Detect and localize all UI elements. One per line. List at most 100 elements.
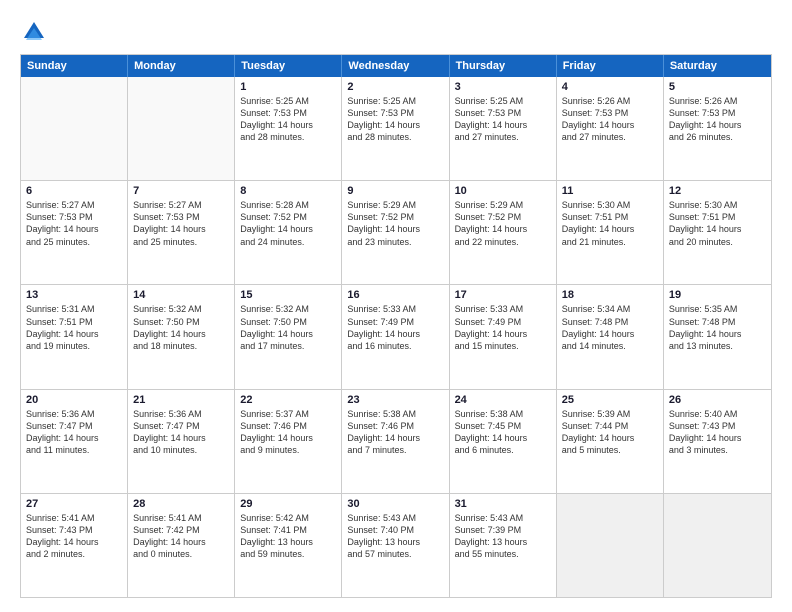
cell-line: Sunrise: 5:34 AM xyxy=(562,303,658,315)
cal-cell: 29Sunrise: 5:42 AMSunset: 7:41 PMDayligh… xyxy=(235,494,342,597)
cell-line: and 23 minutes. xyxy=(347,236,443,248)
cell-line: Daylight: 14 hours xyxy=(562,119,658,131)
cell-line: Daylight: 14 hours xyxy=(26,432,122,444)
day-number: 26 xyxy=(669,394,766,406)
cell-line: and 15 minutes. xyxy=(455,340,551,352)
day-number: 14 xyxy=(133,289,229,301)
cal-cell: 12Sunrise: 5:30 AMSunset: 7:51 PMDayligh… xyxy=(664,181,771,284)
cell-line: Daylight: 14 hours xyxy=(240,223,336,235)
day-number: 23 xyxy=(347,394,443,406)
day-number: 13 xyxy=(26,289,122,301)
cal-cell: 20 Sunrise: 5:36 AMSunset: 7:47 PMDayligh… xyxy=(21,390,128,493)
cell-line: Daylight: 14 hours xyxy=(562,432,658,444)
cell-line: and 18 minutes. xyxy=(133,340,229,352)
cell-line: Daylight: 14 hours xyxy=(669,432,766,444)
cal-cell: 18Sunrise: 5:34 AMSunset: 7:48 PMDayligh… xyxy=(557,285,664,388)
cal-cell: 13Sunrise: 5:31 AMSunset: 7:51 PMDayligh… xyxy=(21,285,128,388)
cell-line: Sunset: 7:53 PM xyxy=(347,107,443,119)
header-day-sunday: Sunday xyxy=(21,55,128,77)
cell-line: Sunset: 7:43 PM xyxy=(669,420,766,432)
cell-line: and 28 minutes. xyxy=(347,131,443,143)
day-number: 16 xyxy=(347,289,443,301)
cell-line: Daylight: 14 hours xyxy=(26,328,122,340)
cell-line: Daylight: 14 hours xyxy=(455,223,551,235)
day-number: 22 xyxy=(240,394,336,406)
cell-line: and 16 minutes. xyxy=(347,340,443,352)
cell-line: Daylight: 14 hours xyxy=(240,328,336,340)
cell-line: Sunrise: 5:29 AM xyxy=(455,199,551,211)
cell-line: and 10 minutes. xyxy=(133,444,229,456)
cell-line: Sunset: 7:51 PM xyxy=(669,211,766,223)
cal-cell: 16Sunrise: 5:33 AMSunset: 7:49 PMDayligh… xyxy=(342,285,449,388)
cal-cell: 31Sunrise: 5:43 AMSunset: 7:39 PMDayligh… xyxy=(450,494,557,597)
day-number: 20 xyxy=(26,394,122,406)
cal-cell: 10 Sunrise: 5:29 AMSunset: 7:52 PMDayligh… xyxy=(450,181,557,284)
cell-line: Daylight: 14 hours xyxy=(455,328,551,340)
cell-line: Daylight: 14 hours xyxy=(240,119,336,131)
cell-line: Daylight: 14 hours xyxy=(455,432,551,444)
cell-line: Sunrise: 5:26 AM xyxy=(562,95,658,107)
week-row-3: 13Sunrise: 5:31 AMSunset: 7:51 PMDayligh… xyxy=(21,284,771,388)
cell-line: Sunset: 7:52 PM xyxy=(455,211,551,223)
day-number: 10 xyxy=(455,185,551,197)
cell-line: Sunrise: 5:38 AM xyxy=(455,408,551,420)
cell-line: Sunrise: 5:38 AM xyxy=(347,408,443,420)
day-number: 27 xyxy=(26,498,122,510)
cell-line: Daylight: 14 hours xyxy=(669,328,766,340)
cell-line: Sunrise: 5:42 AM xyxy=(240,512,336,524)
cell-line: and 57 minutes. xyxy=(347,548,443,560)
cell-line: Sunset: 7:51 PM xyxy=(562,211,658,223)
calendar-body: 1Sunrise: 5:25 AMSunset: 7:53 PMDaylight… xyxy=(21,77,771,597)
cell-line: Sunset: 7:48 PM xyxy=(562,316,658,328)
cell-line: Sunset: 7:47 PM xyxy=(133,420,229,432)
cell-line: Daylight: 14 hours xyxy=(133,328,229,340)
cell-line: Sunset: 7:52 PM xyxy=(240,211,336,223)
header-day-thursday: Thursday xyxy=(450,55,557,77)
cell-line: and 6 minutes. xyxy=(455,444,551,456)
day-number: 9 xyxy=(347,185,443,197)
cal-cell: 21Sunrise: 5:36 AMSunset: 7:47 PMDayligh… xyxy=(128,390,235,493)
cal-cell: 15Sunrise: 5:32 AMSunset: 7:50 PMDayligh… xyxy=(235,285,342,388)
cell-line: and 59 minutes. xyxy=(240,548,336,560)
cell-line: Sunset: 7:47 PM xyxy=(26,420,122,432)
cell-line: Sunrise: 5:25 AM xyxy=(455,95,551,107)
cell-line: and 0 minutes. xyxy=(133,548,229,560)
cell-line: Sunrise: 5:43 AM xyxy=(347,512,443,524)
cell-line: Sunrise: 5:27 AM xyxy=(133,199,229,211)
cell-line: Sunrise: 5:32 AM xyxy=(133,303,229,315)
cal-cell: 22Sunrise: 5:37 AMSunset: 7:46 PMDayligh… xyxy=(235,390,342,493)
cal-cell: 1Sunrise: 5:25 AMSunset: 7:53 PMDaylight… xyxy=(235,77,342,180)
day-number: 28 xyxy=(133,498,229,510)
week-row-1: 1Sunrise: 5:25 AMSunset: 7:53 PMDaylight… xyxy=(21,77,771,180)
cell-line: Daylight: 14 hours xyxy=(240,432,336,444)
week-row-5: 27Sunrise: 5:41 AMSunset: 7:43 PMDayligh… xyxy=(21,493,771,597)
cell-line: and 5 minutes. xyxy=(562,444,658,456)
cell-line: Sunrise: 5:40 AM xyxy=(669,408,766,420)
cell-line: and 25 minutes. xyxy=(133,236,229,248)
cell-line: Sunrise: 5:33 AM xyxy=(455,303,551,315)
cell-line: Sunset: 7:50 PM xyxy=(133,316,229,328)
cell-line: Sunrise: 5:41 AM xyxy=(133,512,229,524)
cal-cell xyxy=(128,77,235,180)
cell-line: and 21 minutes. xyxy=(562,236,658,248)
calendar-header: SundayMondayTuesdayWednesdayThursdayFrid… xyxy=(21,55,771,77)
cell-line: Sunset: 7:40 PM xyxy=(347,524,443,536)
cell-line: and 26 minutes. xyxy=(669,131,766,143)
header-day-saturday: Saturday xyxy=(664,55,771,77)
day-number: 6 xyxy=(26,185,122,197)
cell-line: Sunrise: 5:36 AM xyxy=(26,408,122,420)
cell-line: Daylight: 14 hours xyxy=(347,223,443,235)
cell-line: Sunrise: 5:30 AM xyxy=(669,199,766,211)
cal-cell: 14 Sunrise: 5:32 AMSunset: 7:50 PMDayligh… xyxy=(128,285,235,388)
cell-line: Sunrise: 5:32 AM xyxy=(240,303,336,315)
cell-line: and 2 minutes. xyxy=(26,548,122,560)
cell-line: and 14 minutes. xyxy=(562,340,658,352)
cal-cell: 3Sunrise: 5:25 AMSunset: 7:53 PMDaylight… xyxy=(450,77,557,180)
cell-line: Sunset: 7:50 PM xyxy=(240,316,336,328)
cell-line: Sunset: 7:52 PM xyxy=(347,211,443,223)
cell-line: Sunset: 7:53 PM xyxy=(133,211,229,223)
cell-line: Sunrise: 5:25 AM xyxy=(240,95,336,107)
cal-cell: 23Sunrise: 5:38 AMSunset: 7:46 PMDayligh… xyxy=(342,390,449,493)
cell-line: and 3 minutes. xyxy=(669,444,766,456)
cal-cell: 17Sunrise: 5:33 AMSunset: 7:49 PMDayligh… xyxy=(450,285,557,388)
